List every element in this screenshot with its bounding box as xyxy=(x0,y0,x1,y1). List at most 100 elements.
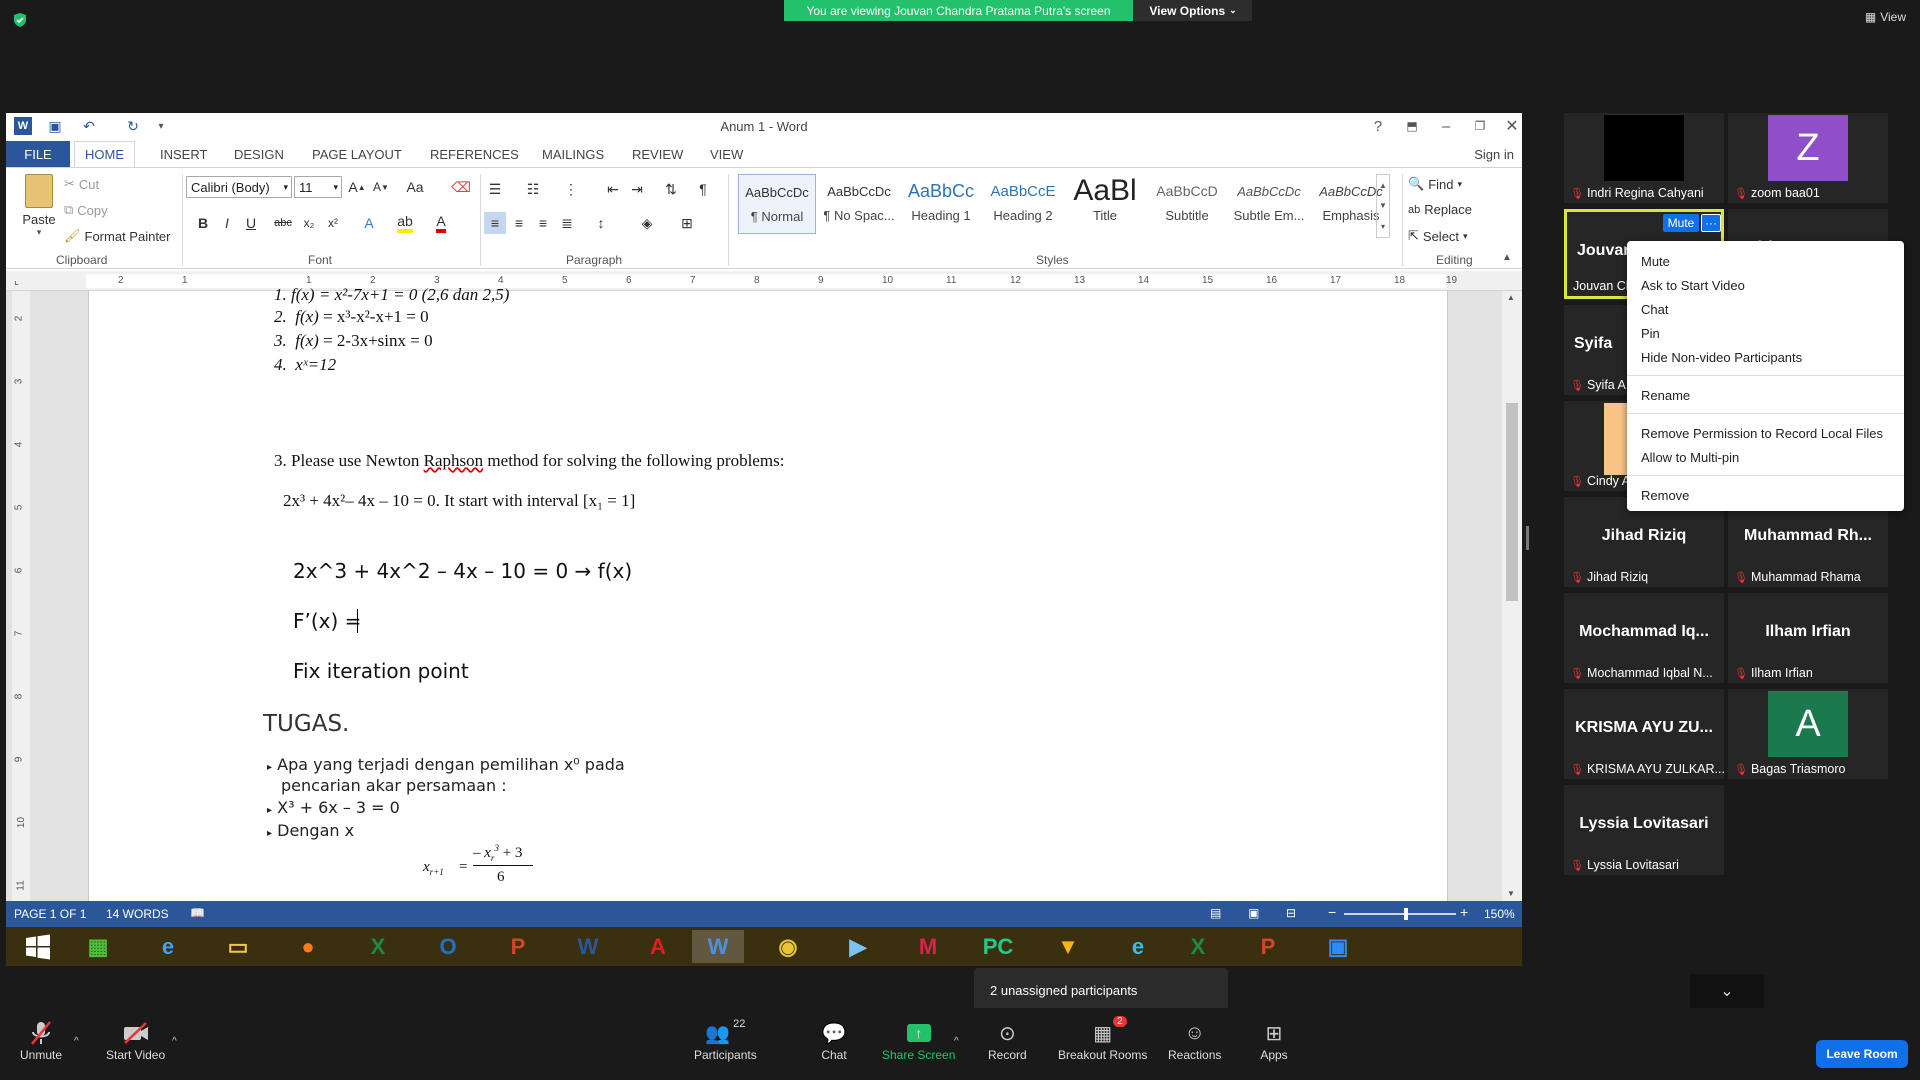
share-options-icon[interactable]: ^ xyxy=(954,1036,959,1047)
context-menu-item[interactable]: Hide Non-video Participants xyxy=(1627,345,1904,369)
select-button[interactable]: ⇱ Select ▾ xyxy=(1408,228,1468,244)
reactions-button[interactable]: ☺ Reactions xyxy=(1168,1018,1221,1063)
style-7[interactable]: AaBbCcDc Subtle Em... xyxy=(1230,174,1308,234)
ribbon-display-icon[interactable]: ⬒ xyxy=(1400,116,1424,136)
tab-view[interactable]: VIEW xyxy=(700,141,753,167)
subscript-icon[interactable]: x₂ xyxy=(298,212,320,234)
context-menu-item[interactable]: Allow to Multi-pin xyxy=(1627,445,1904,469)
page-count[interactable]: PAGE 1 OF 1 xyxy=(14,907,86,921)
show-marks-icon[interactable]: ¶ xyxy=(692,178,714,200)
context-menu-item[interactable]: Ask to Start Video xyxy=(1627,273,1904,297)
participant-tile[interactable]: KRISMA AYU ZU... 🎙 KRISMA AYU ZULKAR... xyxy=(1564,689,1724,779)
style-1[interactable]: AaBbCcDc ¶ Normal xyxy=(738,174,816,234)
video-options-icon[interactable]: ^ xyxy=(172,1036,177,1047)
zoom-level[interactable]: 150% xyxy=(1484,907,1515,921)
context-menu-item[interactable]: Chat xyxy=(1627,297,1904,321)
tab-home[interactable]: HOME xyxy=(74,141,135,167)
internet-explorer-icon[interactable]: e xyxy=(142,930,194,963)
scroll-down-icon[interactable]: ▼ xyxy=(1507,889,1515,898)
outlook-icon[interactable]: O xyxy=(422,930,474,963)
zoom-in-icon[interactable]: + xyxy=(1460,904,1468,920)
paste-button[interactable]: Paste ▾ xyxy=(16,174,62,244)
vertical-scrollbar[interactable]: ▲ ▼ xyxy=(1502,291,1522,901)
tab-file[interactable]: FILE xyxy=(6,141,70,167)
share-screen-button[interactable]: ↑ Share Screen xyxy=(882,1018,955,1062)
participants-button[interactable]: 👥 22 Participants xyxy=(694,1018,757,1062)
multilevel-list-icon[interactable]: ⋮ xyxy=(560,178,582,200)
justify-icon[interactable]: ≣ xyxy=(556,212,578,234)
increase-indent-icon[interactable]: ⇥ xyxy=(626,178,648,200)
participant-tile[interactable]: Ilham Irfian 🎙 Ilham Irfian xyxy=(1728,593,1888,683)
style-3[interactable]: AaBbCc Heading 1 xyxy=(902,174,980,234)
scroll-up-icon[interactable]: ▲ xyxy=(1507,293,1515,302)
start-video-button[interactable]: Start Video xyxy=(106,1018,165,1062)
minimize-icon[interactable]: – xyxy=(1434,116,1458,136)
firefox-icon[interactable]: ● xyxy=(282,930,334,963)
participant-tile[interactable]: Mochammad Iq... 🎙 Mochammad Iqbal N... xyxy=(1564,593,1724,683)
excel-active-icon[interactable]: X xyxy=(1172,930,1224,963)
align-right-icon[interactable]: ≡ xyxy=(532,212,554,234)
view-options-button[interactable]: View Options ⌄ xyxy=(1134,0,1252,21)
format-painter-button[interactable]: 🖌 Format Painter xyxy=(64,228,171,244)
web-layout-icon[interactable]: ⊟ xyxy=(1286,906,1296,920)
scrollbar-thumb[interactable] xyxy=(1506,403,1518,601)
shrink-font-icon[interactable]: A ▼ xyxy=(370,176,392,198)
align-center-icon[interactable]: ≡ xyxy=(508,212,530,234)
font-size-select[interactable]: 11 ▾ xyxy=(294,176,342,198)
breakout-rooms-button[interactable]: ▦ 2 Breakout Rooms xyxy=(1058,1016,1147,1062)
align-left-icon[interactable]: ≡ xyxy=(484,212,506,234)
style-6[interactable]: AaBbCcD Subtitle xyxy=(1148,174,1226,234)
print-layout-icon[interactable]: ▣ xyxy=(1248,906,1259,920)
word-count[interactable]: 14 WORDS xyxy=(106,907,169,921)
zoom-slider-thumb[interactable] xyxy=(1404,908,1408,920)
style-2[interactable]: AaBbCcDc ¶ No Spac... xyxy=(820,174,898,234)
font-name-select[interactable]: Calibri (Body) ▾ xyxy=(186,176,292,198)
tab-mailings[interactable]: MAILINGS xyxy=(532,141,614,167)
borders-icon[interactable]: ⊞ xyxy=(676,212,698,234)
tab-insert[interactable]: INSERT xyxy=(150,141,217,167)
leave-room-button[interactable]: Leave Room xyxy=(1816,1040,1908,1068)
context-menu-item[interactable]: Remove xyxy=(1627,483,1904,507)
participant-tile[interactable]: Lyssia Lovitasari 🎙 Lyssia Lovitasari xyxy=(1564,785,1724,875)
collapse-ribbon-icon[interactable]: ▲ xyxy=(1502,252,1512,263)
participant-tile[interactable]: Z 🎙 zoom baa01 xyxy=(1728,113,1888,203)
horizontal-ruler[interactable]: ⌞ 2 1 1 2 3 4 5 6 7 8 9 10 11 12 13 14 15 16 17 18 19 xyxy=(6,271,1522,291)
brave-icon[interactable]: ▼ xyxy=(1042,930,1094,963)
record-button[interactable]: ⊙ Record xyxy=(988,1018,1027,1063)
clear-formatting-icon[interactable]: ⌫ xyxy=(450,176,472,198)
style-4[interactable]: AaBbCcE Heading 2 xyxy=(984,174,1062,234)
tab-page-layout[interactable]: PAGE LAYOUT xyxy=(302,141,412,167)
edge-icon[interactable]: e xyxy=(1112,930,1164,963)
decrease-indent-icon[interactable]: ⇤ xyxy=(602,178,624,200)
close-icon[interactable]: ✕ xyxy=(1500,116,1522,136)
cut-button[interactable]: ✂ Cut xyxy=(64,176,99,192)
underline-icon[interactable]: U xyxy=(240,212,262,234)
powerpoint-icon[interactable]: P xyxy=(492,930,544,963)
document-area[interactable]: 1. f(x) = x²-7x+1 = 0 (2,6 dan 2,5) 2. f… xyxy=(6,285,1502,901)
tab-selector-icon[interactable]: ⌞ xyxy=(14,274,19,287)
tab-references[interactable]: REFERENCES xyxy=(420,141,529,167)
pycharm-icon[interactable]: PC xyxy=(972,930,1024,963)
tab-review[interactable]: REVIEW xyxy=(622,141,693,167)
zoom-out-icon[interactable]: − xyxy=(1328,904,1336,920)
text-effects-icon[interactable]: A xyxy=(358,212,380,234)
context-menu-item[interactable]: Mute xyxy=(1627,249,1904,273)
powerpoint-active-icon[interactable]: P xyxy=(1242,930,1294,963)
word-taskbar-icon[interactable]: W xyxy=(562,930,614,963)
zoom-app-icon[interactable]: ▣ xyxy=(1312,930,1364,963)
document-page[interactable]: 1. f(x) = x²-7x+1 = 0 (2,6 dan 2,5) 2. f… xyxy=(88,285,1448,901)
audio-options-icon[interactable]: ^ xyxy=(74,1036,79,1047)
context-menu-item[interactable]: Rename xyxy=(1627,383,1904,407)
sort-icon[interactable]: ⇅ xyxy=(660,178,682,200)
mendeley-icon[interactable]: M xyxy=(902,930,954,963)
proofing-icon[interactable]: 📖 xyxy=(190,906,205,920)
store-icon[interactable]: ▦ xyxy=(72,930,124,963)
tile-more-button[interactable]: ··· xyxy=(1701,214,1721,232)
media-player-icon[interactable]: ▶ xyxy=(832,930,884,963)
acrobat-icon[interactable]: A xyxy=(632,930,684,963)
windows-start-icon[interactable] xyxy=(12,930,64,963)
context-menu-item[interactable]: Remove Permission to Record Local Files xyxy=(1627,421,1904,445)
unmute-button[interactable]: Unmute xyxy=(20,1018,62,1062)
tab-design[interactable]: DESIGN xyxy=(224,141,294,167)
security-shield-icon[interactable] xyxy=(12,12,28,28)
